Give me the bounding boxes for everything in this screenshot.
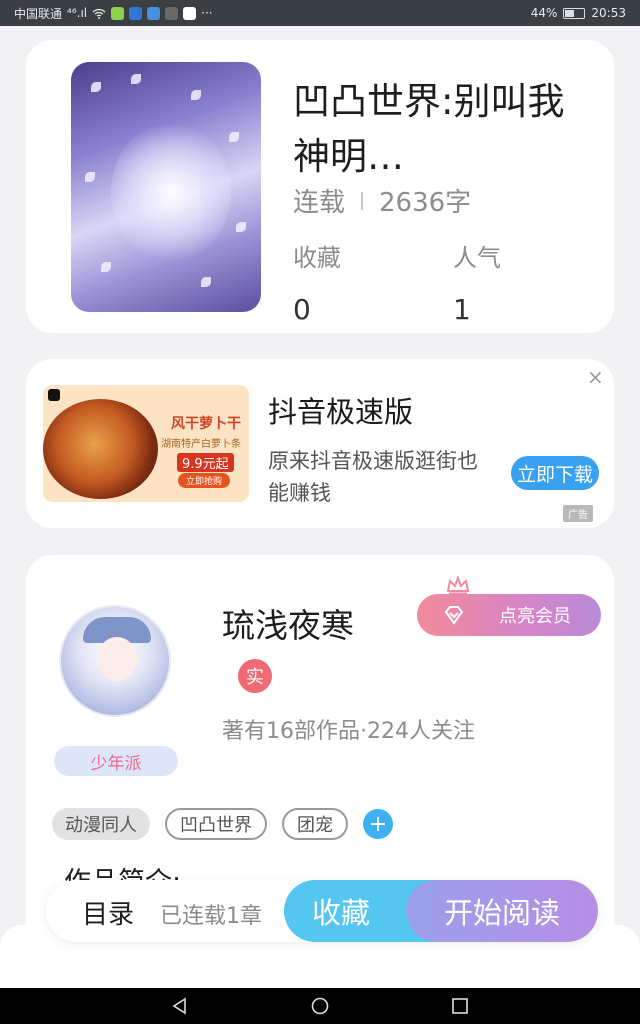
close-icon[interactable]: × bbox=[587, 365, 604, 389]
app-notification-icon bbox=[147, 6, 161, 20]
popularity-value: 1 bbox=[453, 293, 471, 326]
favorites-label: 收藏 bbox=[293, 244, 341, 272]
cover-petal bbox=[191, 90, 201, 100]
meta-divider bbox=[361, 191, 364, 210]
ad-food-photo bbox=[43, 399, 158, 499]
app-notification-icon bbox=[129, 6, 143, 20]
favorites-stat: 收藏 0 bbox=[293, 238, 341, 326]
diamond-icon bbox=[444, 606, 464, 625]
favorites-value: 0 bbox=[293, 293, 311, 326]
ad-image-price: 9.9元起 bbox=[177, 453, 234, 472]
status-bar: 中国联通 ⁴⁶.ıl ··· 44% 20:53 bbox=[0, 0, 640, 26]
system-nav-bar bbox=[0, 988, 640, 1024]
verified-badge: 实 bbox=[238, 659, 272, 693]
ad-image-heading: 风干萝卜干 bbox=[171, 416, 241, 432]
app-notification-icon bbox=[183, 6, 197, 20]
cover-petal bbox=[236, 222, 246, 232]
cover-petal bbox=[91, 82, 101, 92]
book-word-count: 2636字 bbox=[379, 188, 472, 218]
ad-download-button[interactable]: 立即下载 bbox=[511, 456, 599, 490]
avatar-face bbox=[97, 637, 137, 681]
back-icon[interactable] bbox=[171, 997, 189, 1015]
ad-image[interactable]: 风干萝卜干 湖南特产白萝卜条 9.9元起 立即抢购 bbox=[43, 385, 249, 502]
battery-icon bbox=[563, 7, 586, 19]
cover-petal bbox=[229, 132, 239, 142]
tag-item[interactable]: 团宠 bbox=[282, 808, 348, 840]
author-name[interactable]: 琉浅夜寒 bbox=[222, 599, 354, 647]
author-avatar[interactable] bbox=[59, 605, 171, 717]
ad-image-buy: 立即抢购 bbox=[178, 473, 231, 488]
app-notification-icon bbox=[111, 6, 125, 20]
cover-petal bbox=[201, 277, 211, 287]
crown-icon bbox=[446, 575, 470, 595]
ad-card[interactable]: 风干萝卜干 湖南特产白萝卜条 9.9元起 立即抢购 抖音极速版 原来抖音极速版逛… bbox=[26, 359, 614, 528]
vip-button-label: 点亮会员 bbox=[499, 606, 571, 627]
tag-list: 动漫同人 凹凸世界 团宠 + bbox=[52, 808, 393, 840]
vip-button[interactable]: 点亮会员 bbox=[417, 594, 601, 636]
more-notifications-icon: ··· bbox=[201, 6, 213, 20]
carrier-name: 中国联通 bbox=[14, 6, 63, 21]
tag-item[interactable]: 动漫同人 bbox=[52, 808, 150, 840]
author-stats: 著有16部作品·224人关注 bbox=[222, 719, 475, 744]
book-meta: 连载 2636字 bbox=[293, 182, 471, 219]
popularity-stat: 人气 1 bbox=[453, 238, 501, 326]
author-level-badge: 少年派 bbox=[54, 746, 178, 776]
toc-button[interactable]: 目录 bbox=[82, 894, 134, 931]
start-reading-button[interactable]: 开始阅读 bbox=[406, 880, 598, 942]
ad-title: 抖音极速版 bbox=[268, 395, 414, 429]
plus-icon[interactable]: + bbox=[363, 809, 393, 839]
cover-petal bbox=[131, 74, 141, 84]
book-title: 凹凸世界:别叫我神明… bbox=[293, 80, 565, 178]
book-status: 连载 bbox=[293, 188, 346, 218]
battery-percent: 44% bbox=[530, 6, 558, 20]
clock: 20:53 bbox=[591, 6, 626, 20]
bottom-action-bar: 目录 已连载1章 收藏 开始阅读 bbox=[46, 880, 598, 942]
cover-glow bbox=[111, 122, 231, 262]
popularity-label: 人气 bbox=[453, 244, 501, 272]
ad-image-subheading: 湖南特产白萝卜条 bbox=[161, 439, 241, 450]
recents-icon[interactable] bbox=[451, 997, 469, 1015]
cover-petal bbox=[85, 172, 95, 182]
home-icon[interactable] bbox=[311, 997, 329, 1015]
douyin-logo-icon bbox=[48, 389, 60, 401]
signal-icon: ⁴⁶.ıl bbox=[67, 6, 88, 20]
book-info-card: 凹凸世界:别叫我神明… 连载 2636字 收藏 0 人气 1 bbox=[26, 40, 614, 333]
app-notification-icon bbox=[165, 6, 179, 20]
book-cover-image[interactable] bbox=[71, 62, 261, 312]
ad-description: 原来抖音极速版逛街也能赚钱 bbox=[268, 449, 478, 505]
chapter-count: 已连载1章 bbox=[160, 904, 262, 929]
cover-petal bbox=[101, 262, 111, 272]
tag-item[interactable]: 凹凸世界 bbox=[165, 808, 267, 840]
wifi-icon bbox=[92, 8, 106, 19]
ad-label-badge: 广告 bbox=[563, 505, 593, 522]
